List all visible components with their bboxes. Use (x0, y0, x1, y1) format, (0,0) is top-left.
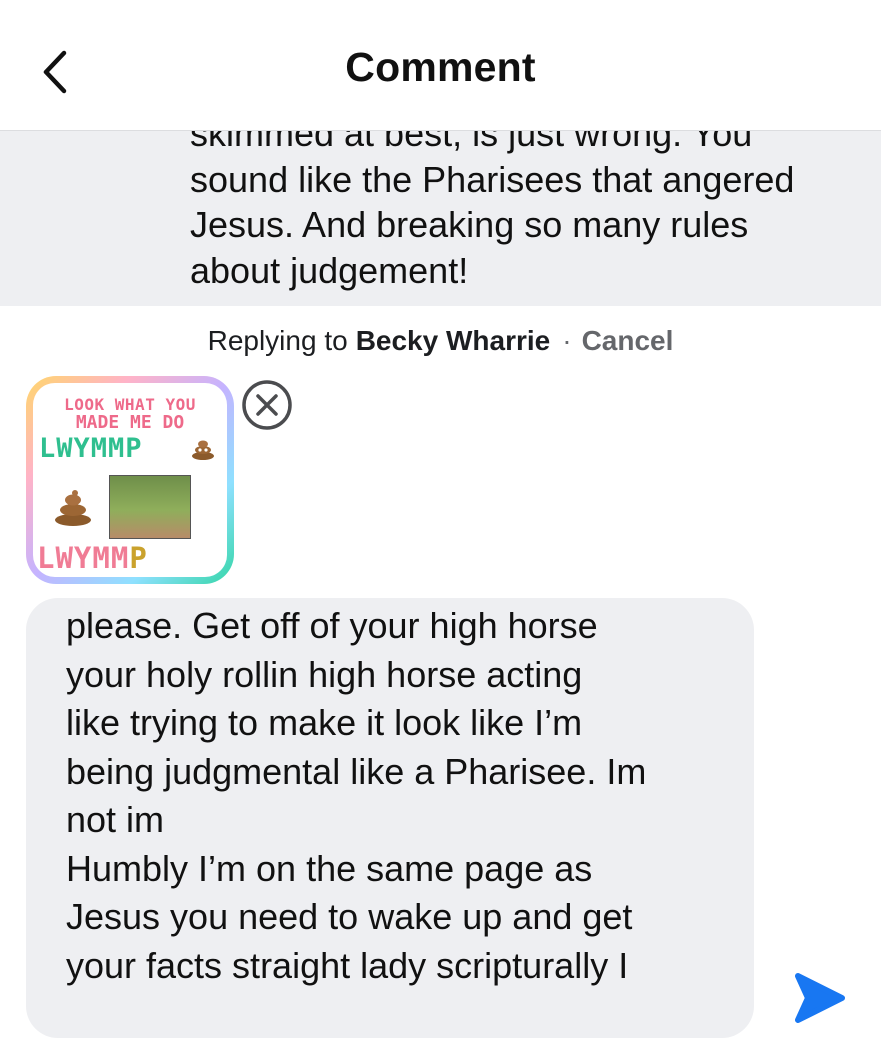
replying-to-name[interactable]: Becky Wharrie (356, 325, 551, 357)
rhino-photo (109, 475, 191, 539)
replying-to-bar: Replying to Becky Wharrie · Cancel (0, 306, 881, 376)
separator-dot: · (562, 325, 572, 356)
comment-input-box[interactable]: please. Get off of your high horse your … (26, 598, 754, 1038)
sticker-text-line3: LWYMMP (39, 433, 143, 464)
sticker-image: LOOK WHAT YOU MADE ME DO LWYMMP LWYMMP (33, 383, 227, 577)
send-button[interactable] (790, 968, 850, 1028)
sticker-text-line2: MADE ME DO (75, 412, 185, 433)
remove-sticker-button[interactable] (240, 378, 294, 432)
poop-icon (55, 490, 91, 526)
close-circle-icon (242, 380, 292, 430)
page-title: Comment (345, 44, 536, 90)
replying-to-label: Replying to (207, 325, 348, 356)
send-icon (795, 973, 845, 1023)
comment-input-text[interactable]: please. Get off of your high horse your … (66, 602, 736, 990)
header-bar: Comment (0, 0, 881, 131)
parent-comment: skimmed at best, is just wrong. You soun… (0, 131, 881, 306)
attached-sticker: LOOK WHAT YOU MADE ME DO LWYMMP LWYMMP (26, 376, 234, 584)
poop-icon (192, 440, 214, 460)
cancel-reply-button[interactable]: Cancel (582, 325, 674, 357)
sticker-text-line4: LWYMMP (37, 541, 148, 575)
parent-comment-text: skimmed at best, is just wrong. You soun… (190, 131, 795, 291)
